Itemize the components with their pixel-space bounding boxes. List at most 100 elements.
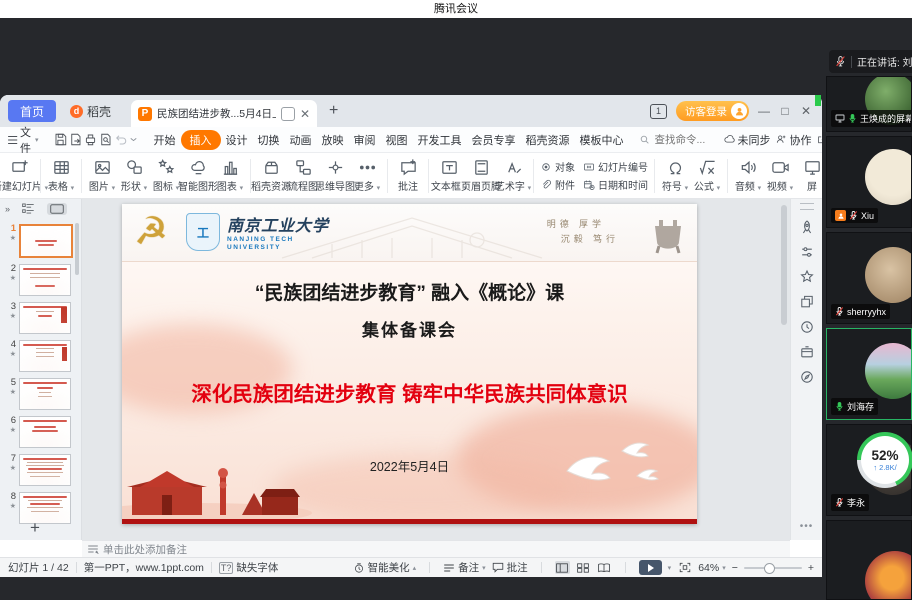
menu-item-4[interactable]: 动画 xyxy=(285,130,317,150)
slide-thumbnail-5[interactable] xyxy=(19,378,71,410)
canvas-scrollbar[interactable] xyxy=(781,205,787,325)
participant-tile-刘海存[interactable]: 刘海存 xyxy=(826,328,912,420)
undo-icon[interactable] xyxy=(113,131,128,149)
docer-resources-icon[interactable] xyxy=(799,344,815,360)
tool-docer-button[interactable]: 稻壳资源 xyxy=(251,158,291,193)
menu-item-7[interactable]: 视图 xyxy=(381,130,413,150)
menu-item-1[interactable]: 插入 xyxy=(180,129,221,150)
guest-login-button[interactable]: 访客登录 xyxy=(676,101,749,121)
tool-image-button[interactable]: 图片 ▾ xyxy=(86,158,118,193)
tool-table-button[interactable]: 表格 ▾ xyxy=(45,158,77,193)
slide-layout-icon[interactable] xyxy=(799,294,815,310)
tab-home[interactable]: 首页 xyxy=(8,100,56,122)
fit-slide-button[interactable] xyxy=(677,561,692,574)
collab-button[interactable]: 协作 xyxy=(775,132,812,148)
tool-chart-button[interactable]: 图表 ▾ xyxy=(214,158,246,193)
tab-docer[interactable]: d 稻壳 xyxy=(70,103,111,120)
speed-gauge-widget[interactable]: 52% ↑ 2.8K/ xyxy=(857,432,912,488)
tool-object-button[interactable]: 对象 xyxy=(540,158,575,175)
tool-slidenum-button[interactable]: 幻灯片编号 xyxy=(583,158,648,175)
outline-view-icon[interactable] xyxy=(22,203,35,214)
history-icon[interactable] xyxy=(799,319,815,335)
participant-tile-Xiu[interactable]: Xiu xyxy=(826,136,912,228)
tool-headerfooter-button[interactable]: 页眉页脚 xyxy=(461,158,501,193)
slide-thumbnail-4[interactable] xyxy=(19,340,71,372)
slide-thumbnail-3[interactable] xyxy=(19,302,71,334)
tool-comment-button[interactable]: 批注 xyxy=(392,158,424,193)
rail-drag-handle[interactable] xyxy=(799,203,814,210)
participant-tile-sherryyhx[interactable]: sherryyhx xyxy=(826,232,912,324)
new-tab-button[interactable]: + xyxy=(329,102,338,120)
tool-datetime-button[interactable]: 日期和时间 xyxy=(583,176,648,193)
rail-more-icon[interactable]: ••• xyxy=(800,521,814,532)
slide-canvas[interactable]: ☭ 工 南京工业大学 NANJING TECH UNIVERSITY 明德 厚学… xyxy=(122,204,697,524)
close-button[interactable]: ✕ xyxy=(800,104,812,118)
notes-bar[interactable]: 单击此处添加备注 xyxy=(82,540,790,557)
menu-item-10[interactable]: 稻壳资源 xyxy=(521,130,575,150)
expand-panel-icon[interactable]: » xyxy=(5,204,10,214)
toolbar-options-caret-icon[interactable] xyxy=(128,131,139,149)
save-icon[interactable] xyxy=(53,131,68,149)
missing-font-button[interactable]: T? 缺失字体 xyxy=(218,560,278,575)
tool-mindmap-button[interactable]: 思维导图 xyxy=(315,158,355,193)
notes-toggle-button[interactable]: 备注 ▾ xyxy=(443,560,486,575)
tool-new-slide-button[interactable]: 新建幻灯片 ▾ xyxy=(0,158,48,193)
menu-item-2[interactable]: 设计 xyxy=(221,130,253,150)
output-icon[interactable] xyxy=(68,131,83,149)
tool-wordart-button[interactable]: 艺术字 ▾ xyxy=(495,158,531,193)
menu-item-3[interactable]: 切换 xyxy=(253,130,285,150)
tool-shape-button[interactable]: 形状 ▾ xyxy=(118,158,150,193)
command-search[interactable] xyxy=(639,132,723,147)
slide-title[interactable]: “民族团结进步教育” 融入《概论》课 xyxy=(122,278,697,305)
menu-item-9[interactable]: 会员专享 xyxy=(467,130,521,150)
print-preview-icon[interactable] xyxy=(98,131,113,149)
beautify-icon[interactable] xyxy=(799,219,815,235)
play-options-caret-icon[interactable]: ▾ xyxy=(668,564,672,572)
tab-close-icon[interactable]: ✕ xyxy=(300,108,310,120)
comment-toggle-button[interactable]: 批注 xyxy=(492,560,528,575)
zoom-out-button[interactable]: − xyxy=(732,562,738,574)
slideshow-play-button[interactable] xyxy=(638,560,662,575)
minimize-button[interactable]: — xyxy=(758,104,770,118)
zoom-in-button[interactable]: + xyxy=(808,562,814,574)
menu-item-5[interactable]: 放映 xyxy=(317,130,349,150)
navigation-icon[interactable] xyxy=(799,369,815,385)
tool-formula-button[interactable]: 公式 ▾ xyxy=(691,158,723,193)
smart-beautify-button[interactable]: 智能美化 ▴ xyxy=(353,560,416,575)
zoom-slider[interactable] xyxy=(743,562,802,574)
sync-status[interactable]: 未同步 xyxy=(723,132,771,148)
reading-view-button[interactable] xyxy=(597,561,612,574)
participant-tile-王焕成的屏幕共享[interactable]: 王焕成的屏幕共享 xyxy=(826,76,912,132)
zoom-slider-knob[interactable] xyxy=(763,562,775,574)
hamburger-icon[interactable] xyxy=(6,131,20,149)
tool-video-button[interactable]: 视频 ▾ xyxy=(764,158,796,193)
menu-item-0[interactable]: 开始 xyxy=(149,130,181,150)
slide-thumbnail-1[interactable] xyxy=(19,224,73,258)
slide-sorter-view-button[interactable] xyxy=(576,561,591,574)
tool-symbol-button[interactable]: 符号 ▾ xyxy=(659,158,691,193)
slide-headline[interactable]: 深化民族团结进步教育 铸牢中华民族共同体意识 xyxy=(122,377,697,407)
panel-scrollbar[interactable] xyxy=(75,223,79,275)
maximize-button[interactable]: □ xyxy=(779,104,791,118)
tool-more-button[interactable]: 更多 ▾ xyxy=(351,158,383,193)
slide-thumbnail-6[interactable] xyxy=(19,416,71,448)
slide-thumbnail-2[interactable] xyxy=(19,264,71,296)
slide-subtitle[interactable]: 集体备课会 xyxy=(122,316,697,341)
tool-smartart-button[interactable]: 智能图形 xyxy=(178,158,218,193)
slide-thumbnail-8[interactable] xyxy=(19,492,71,524)
menu-item-6[interactable]: 审阅 xyxy=(349,130,381,150)
add-slide-button[interactable]: + xyxy=(30,518,40,538)
doc-assistant-icon[interactable] xyxy=(280,106,295,121)
zoom-level[interactable]: 64% ▾ xyxy=(698,562,726,574)
tool-screenrec-button[interactable]: 屏 xyxy=(796,158,822,193)
file-menu[interactable]: 文件 ▾ xyxy=(20,124,39,156)
search-input[interactable] xyxy=(652,132,723,147)
object-properties-icon[interactable] xyxy=(799,244,815,260)
menu-item-11[interactable]: 模板中心 xyxy=(575,130,629,150)
window-manage-icon[interactable]: 1 xyxy=(650,103,667,119)
tab-document[interactable]: P 民族团结进步教...5月4日上午) ✕ xyxy=(131,100,318,127)
menu-item-8[interactable]: 开发工具 xyxy=(413,130,467,150)
print-icon[interactable] xyxy=(83,131,98,149)
participant-tile-hidden-5[interactable] xyxy=(826,520,912,600)
effects-icon[interactable] xyxy=(799,269,815,285)
